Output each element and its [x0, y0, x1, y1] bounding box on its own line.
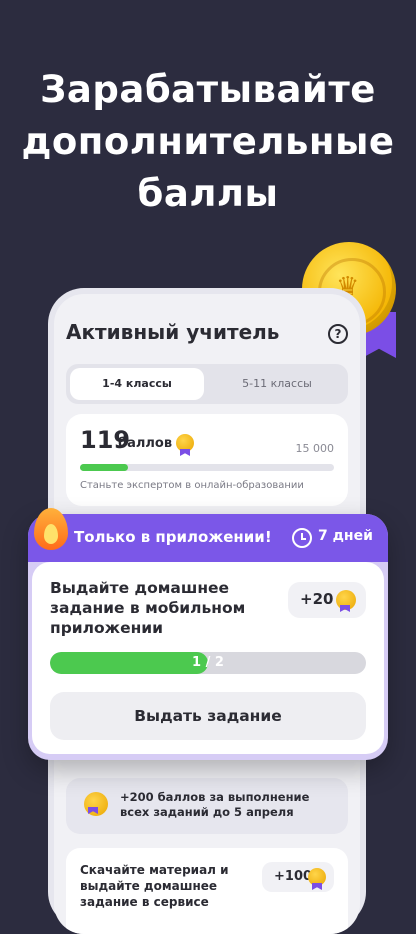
clock-icon: [292, 528, 312, 548]
reward-badge: +20: [288, 582, 366, 618]
headline-line-2: дополнительные: [21, 120, 395, 163]
task-card-download[interactable]: Скачайте материал и выдайте домашнее зад…: [66, 848, 348, 934]
task-progress-bar: 1 / 2: [50, 652, 366, 674]
points-progress-bar: [80, 464, 334, 471]
points-label: баллов: [118, 436, 173, 451]
app-only-task-card: Только в приложении! 7 дней Выдайте дома…: [28, 508, 388, 760]
reward-value: +100: [274, 869, 313, 884]
points-max: 15 000: [295, 442, 335, 455]
tab-grades-5-11[interactable]: 5-11 классы: [210, 368, 344, 400]
headline: Зарабатывайте дополнительные баллы: [0, 64, 416, 220]
points-subtitle: Станьте экспертом в онлайн-образовании: [80, 480, 304, 491]
points-card: 119 баллов 15 000 Станьте экспертом в он…: [66, 414, 348, 506]
medal-icon: [176, 434, 194, 452]
days-left: 7 дней: [318, 528, 373, 544]
grade-tabs: 1-4 классы 5-11 классы: [66, 364, 348, 404]
task-title: Выдайте домашнее задание в мобильном при…: [50, 579, 246, 637]
bonus-text: +200 баллов за выполнение всех заданий д…: [120, 790, 310, 819]
app-only-tag: Только в приложении!: [74, 528, 272, 546]
medal-icon: [84, 792, 108, 816]
assign-task-button[interactable]: Выдать задание: [50, 692, 366, 740]
medal-icon: [308, 868, 326, 886]
bonus-banner: +200 баллов за выполнение всех заданий д…: [66, 778, 348, 834]
headline-line-3: баллы: [137, 172, 279, 215]
task-text: Скачайте материал и выдайте домашнее зад…: [80, 863, 229, 909]
points-progress-fill: [80, 464, 129, 471]
page-title: Активный учитель: [66, 320, 280, 344]
card-body: Выдайте домашнее задание в мобильном при…: [32, 562, 384, 754]
reward-badge: +100: [262, 862, 334, 892]
task-progress-text: 1 / 2: [192, 655, 224, 670]
help-icon[interactable]: ?: [328, 324, 348, 344]
reward-value: +20: [300, 590, 334, 608]
card-header: Только в приложении! 7 дней: [28, 508, 388, 562]
headline-line-1: Зарабатывайте: [40, 68, 376, 111]
tab-grades-1-4[interactable]: 1-4 классы: [70, 368, 204, 400]
flame-icon: [34, 508, 68, 550]
medal-icon: [336, 590, 356, 610]
